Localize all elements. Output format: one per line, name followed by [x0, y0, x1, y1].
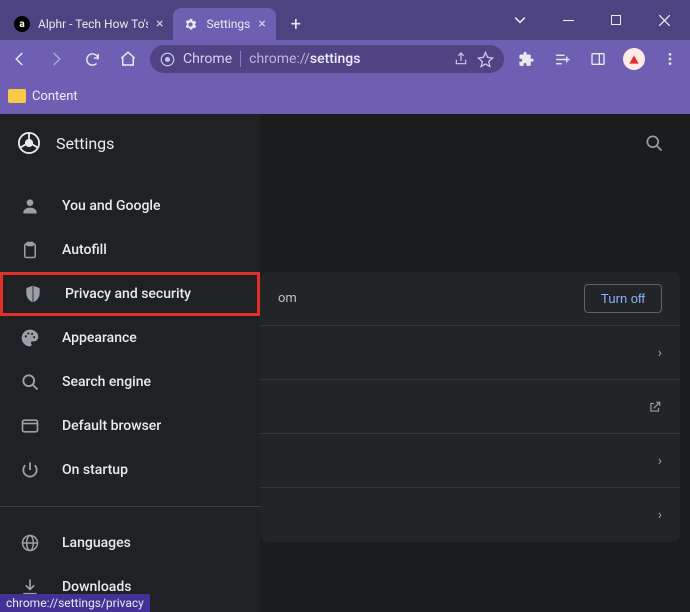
- browser-icon: [20, 416, 40, 436]
- sidebar-item-you-and-google[interactable]: You and Google: [0, 184, 260, 228]
- person-icon: [20, 196, 40, 216]
- browser-tab-settings[interactable]: Settings ×: [173, 8, 275, 40]
- search-icon: [20, 372, 40, 392]
- sidebar-item-label: Downloads: [62, 579, 131, 595]
- close-button[interactable]: [642, 5, 686, 35]
- external-link-icon: [648, 400, 662, 414]
- gear-icon: [183, 17, 198, 32]
- turn-off-button[interactable]: Turn off: [584, 284, 662, 313]
- maximize-button[interactable]: [594, 5, 638, 35]
- sidebar-item-languages[interactable]: Languages: [0, 521, 260, 565]
- sidebar-item-label: Appearance: [62, 330, 137, 346]
- search-button[interactable]: [636, 125, 672, 161]
- status-bar-url: chrome://settings/privacy: [0, 594, 150, 612]
- separator: [240, 51, 241, 67]
- chevron-right-icon: ›: [658, 345, 662, 361]
- menu-button[interactable]: [656, 45, 684, 73]
- settings-card: om Turn off › › ›: [260, 272, 680, 542]
- card-row[interactable]: [260, 380, 680, 434]
- address-prefix: Chrome: [160, 51, 241, 67]
- palette-icon: [20, 328, 40, 348]
- side-panel-icon[interactable]: [584, 45, 612, 73]
- bookmark-folder-content[interactable]: Content: [32, 89, 78, 104]
- card-row-text: om: [278, 291, 584, 306]
- card-row-turn-off: om Turn off: [260, 272, 680, 326]
- sidebar-item-label: Languages: [62, 535, 131, 551]
- sidebar-item-search-engine[interactable]: Search engine: [0, 360, 260, 404]
- minimize-button[interactable]: [546, 5, 590, 35]
- extensions-icon[interactable]: [512, 45, 540, 73]
- address-url: chrome://settings: [249, 51, 445, 67]
- sidebar-item-label: On startup: [62, 462, 128, 478]
- page-title: Settings: [56, 134, 636, 153]
- sidebar-item-appearance[interactable]: Appearance: [0, 316, 260, 360]
- separator: [0, 506, 260, 507]
- sidebar-item-label: Privacy and security: [65, 286, 191, 302]
- forward-button[interactable]: [42, 45, 70, 73]
- bookmark-star-icon[interactable]: [477, 51, 494, 68]
- new-tab-button[interactable]: +: [282, 10, 310, 38]
- close-icon[interactable]: ×: [156, 16, 163, 32]
- alphr-favicon: a: [14, 16, 30, 32]
- back-button[interactable]: [6, 45, 34, 73]
- tab-title: Settings: [206, 17, 250, 31]
- sidebar-item-privacy-and-security[interactable]: Privacy and security: [0, 272, 260, 316]
- window-controls: [498, 0, 690, 40]
- tab-title: Alphr - Tech How To's & G: [38, 17, 148, 31]
- chevron-right-icon: ›: [658, 453, 662, 469]
- reload-button[interactable]: [78, 45, 106, 73]
- sidebar-item-on-startup[interactable]: On startup: [0, 448, 260, 492]
- chrome-logo-icon: [18, 132, 40, 154]
- titlebar: a Alphr - Tech How To's & G × Settings ×…: [0, 0, 690, 40]
- bookmarks-bar: Content: [0, 78, 690, 114]
- address-prefix-text: Chrome: [183, 51, 232, 67]
- home-button[interactable]: [114, 45, 142, 73]
- tab-strip: a Alphr - Tech How To's & G × Settings ×…: [0, 8, 498, 40]
- shield-icon: [23, 284, 43, 304]
- browser-tab-alphr[interactable]: a Alphr - Tech How To's & G ×: [0, 8, 173, 40]
- close-icon[interactable]: ×: [258, 16, 265, 32]
- share-icon[interactable]: [453, 51, 469, 67]
- address-bar[interactable]: Chrome chrome://settings: [150, 45, 504, 73]
- sidebar-item-autofill[interactable]: Autofill: [0, 228, 260, 272]
- reading-list-icon[interactable]: [548, 45, 576, 73]
- sidebar-item-label: Default browser: [62, 418, 161, 434]
- settings-header: Settings: [0, 114, 690, 172]
- sidebar-item-default-browser[interactable]: Default browser: [0, 404, 260, 448]
- chrome-icon: [160, 52, 175, 67]
- chevron-right-icon: ›: [658, 507, 662, 523]
- folder-icon: [8, 89, 26, 103]
- settings-page: Settings You and Google Autofill Privacy…: [0, 114, 690, 612]
- globe-icon: [20, 533, 40, 553]
- sidebar-item-label: Search engine: [62, 374, 151, 390]
- settings-main-panel: om Turn off › › ›: [260, 114, 690, 612]
- caret-down-icon[interactable]: [498, 5, 542, 35]
- power-icon: [20, 460, 40, 480]
- sidebar-item-label: You and Google: [62, 198, 160, 214]
- card-row[interactable]: ›: [260, 434, 680, 488]
- settings-sidebar: You and Google Autofill Privacy and secu…: [0, 114, 260, 612]
- clipboard-icon: [20, 240, 40, 260]
- profile-avatar[interactable]: [620, 45, 648, 73]
- content-area: Settings You and Google Autofill Privacy…: [0, 114, 690, 612]
- sidebar-item-label: Autofill: [62, 242, 107, 258]
- toolbar: Chrome chrome://settings: [0, 40, 690, 78]
- card-row[interactable]: ›: [260, 488, 680, 542]
- card-row[interactable]: ›: [260, 326, 680, 380]
